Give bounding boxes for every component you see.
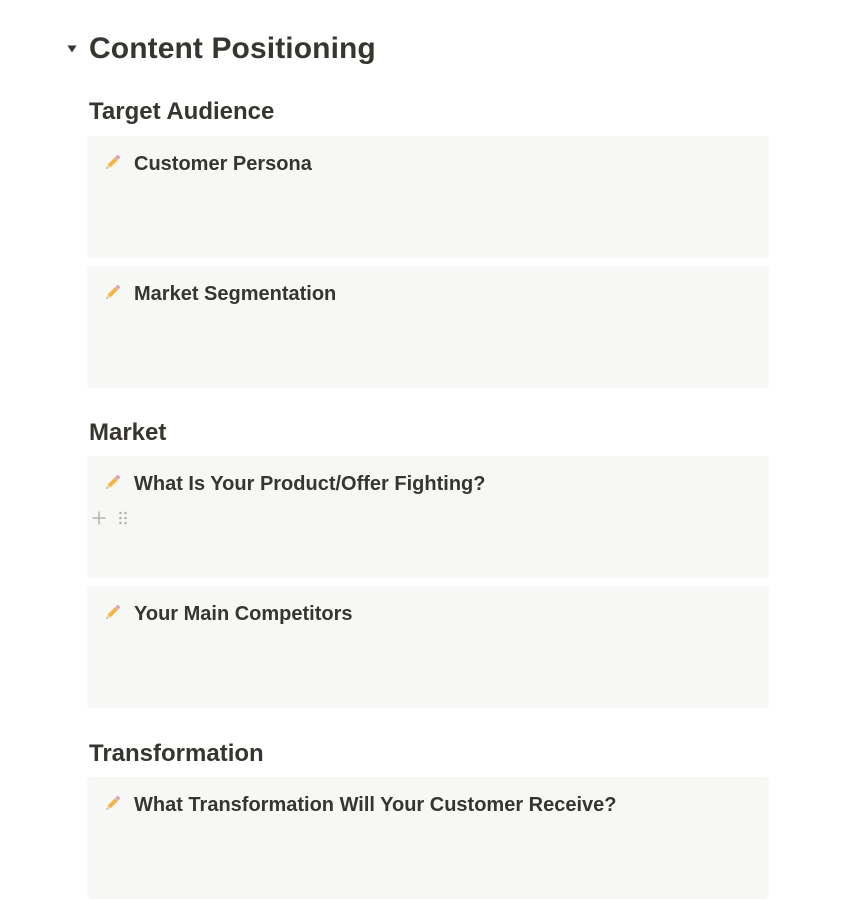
page-title[interactable]: Content Positioning [89,32,376,66]
toggle-heading: Content Positioning [64,28,376,70]
pencil-icon[interactable] [101,152,123,174]
pencil-icon[interactable] [101,282,123,304]
callout-title[interactable]: Market Segmentation [134,283,336,306]
triangle-down-icon[interactable] [64,41,80,57]
section-heading-target-audience[interactable]: Target Audience [89,98,274,126]
drag-handle-icon[interactable] [114,508,132,528]
callout-customer-persona[interactable]: Customer Persona [87,136,769,258]
pencil-icon[interactable] [101,472,123,494]
callout-title[interactable]: What Is Your Product/Offer Fighting? [134,473,485,496]
page: Content Positioning Target Audience Cust… [0,0,867,899]
section-heading-transformation[interactable]: Transformation [89,740,264,768]
callout-main-competitors[interactable]: Your Main Competitors [87,586,769,708]
pencil-icon[interactable] [101,602,123,624]
callout-title[interactable]: Customer Persona [134,153,312,176]
callout-product-fighting[interactable]: What Is Your Product/Offer Fighting? [87,456,769,578]
callout-title[interactable]: Your Main Competitors [134,603,353,626]
callout-title[interactable]: What Transformation Will Your Customer R… [134,794,617,817]
block-controls [90,508,132,528]
pencil-icon[interactable] [101,793,123,815]
callout-market-segmentation[interactable]: Market Segmentation [87,266,769,388]
plus-icon[interactable] [90,508,108,528]
callout-transformation[interactable]: What Transformation Will Your Customer R… [87,777,769,899]
section-heading-market[interactable]: Market [89,419,166,447]
